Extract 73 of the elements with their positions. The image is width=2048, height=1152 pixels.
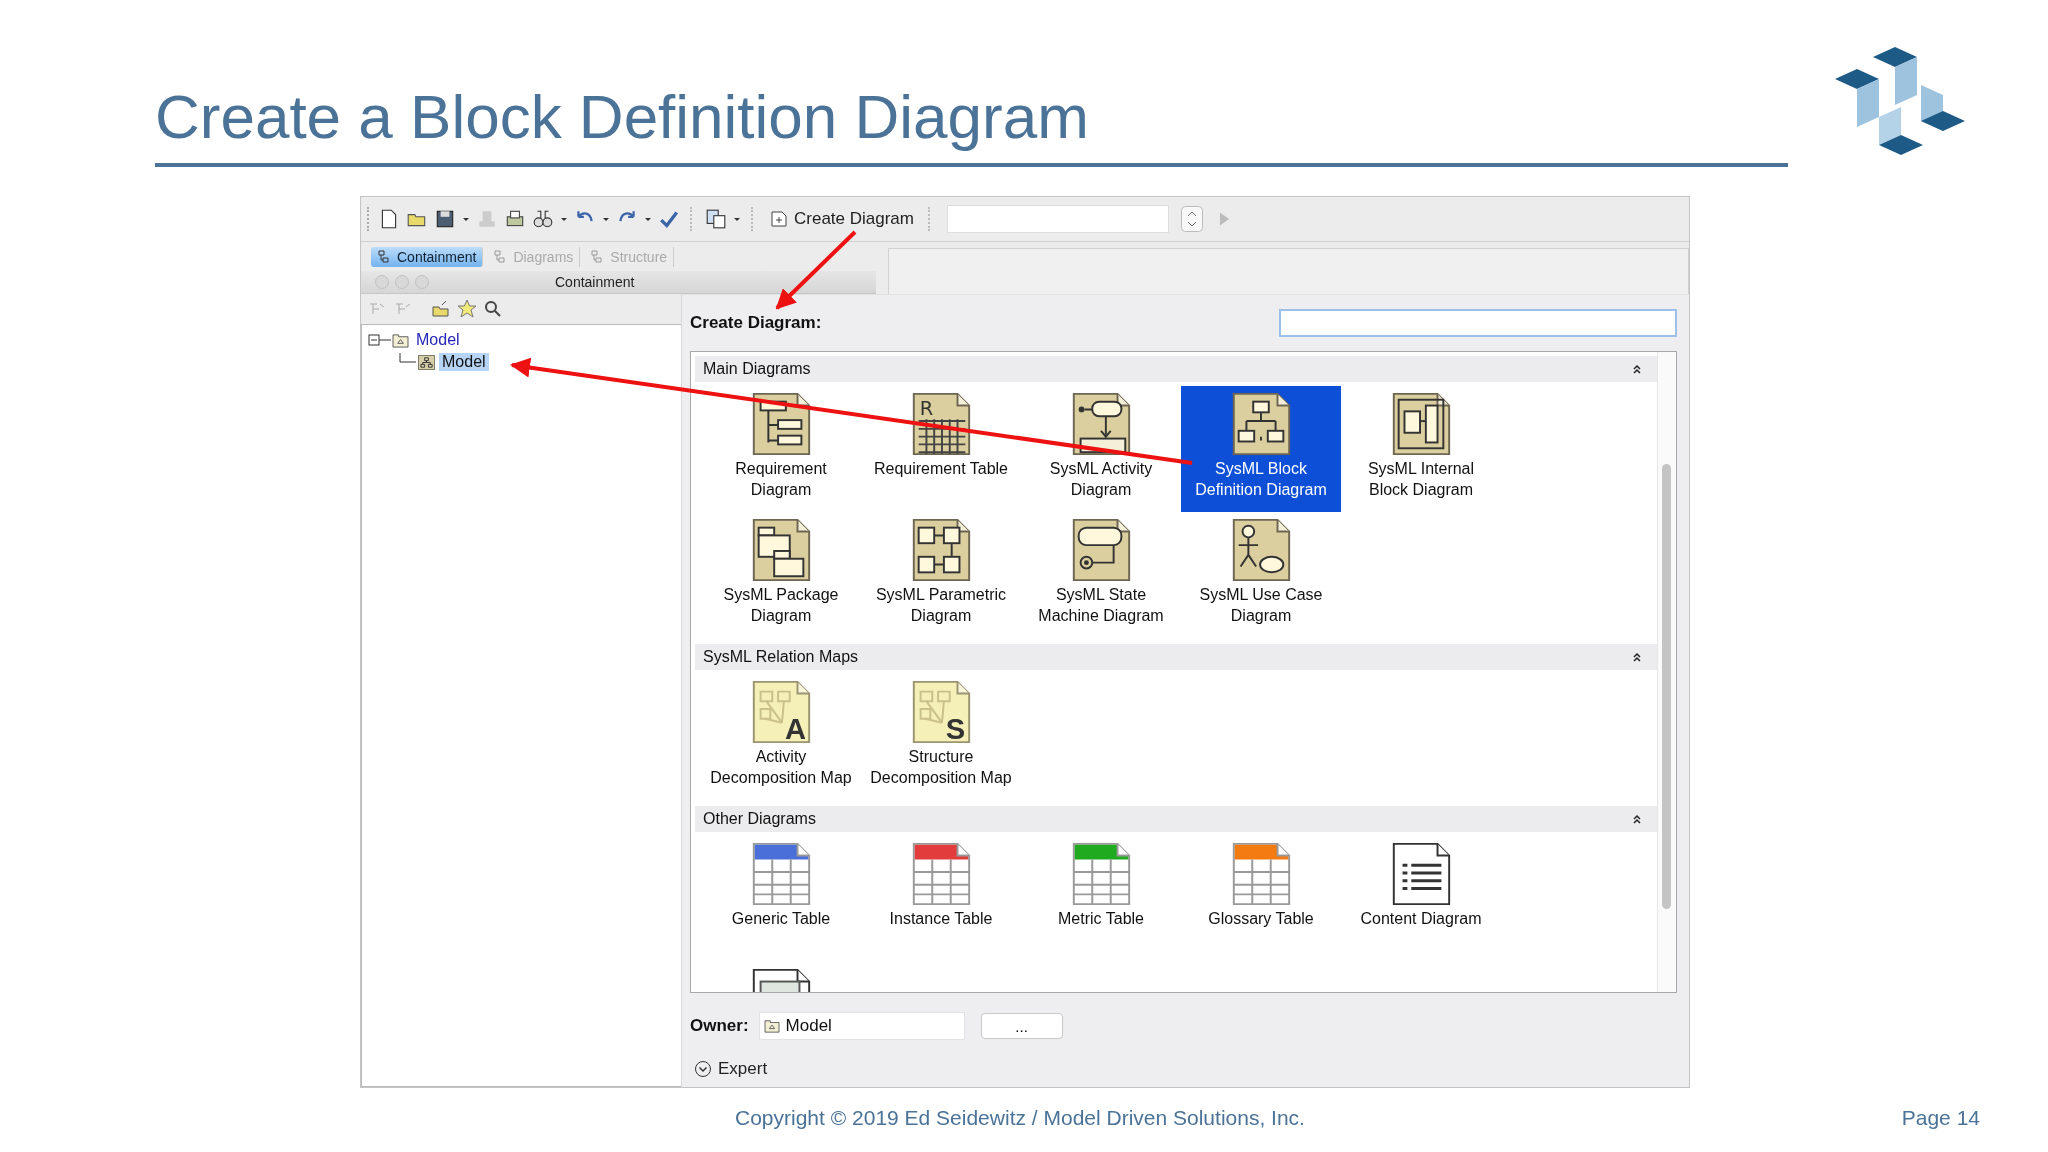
copy-icon[interactable] [705, 208, 727, 230]
save-icon[interactable] [434, 208, 456, 230]
owner-field[interactable]: Model [758, 1012, 965, 1040]
item-label: Requirement Table [873, 459, 1009, 479]
browser-tab[interactable]: Containment [371, 246, 484, 267]
diagram-type-item[interactable]: A Activity Decomposition Map [701, 674, 861, 800]
owner-label: Owner: [690, 1016, 749, 1036]
package-icon [392, 332, 409, 348]
caret-icon[interactable] [644, 215, 652, 223]
create-diagram-button[interactable]: Create Diagram [766, 207, 918, 231]
add-diagram-icon [770, 210, 788, 228]
diagram-type-item[interactable]: SysML Package Diagram [701, 512, 861, 638]
folder-icon[interactable] [431, 299, 451, 319]
tree-item[interactable]: Model [413, 331, 463, 349]
diagram-type-item[interactable]: SysML State Machine Diagram [1021, 512, 1181, 638]
diagram-type-item[interactable]: SysML Internal Block Diagram [1341, 386, 1501, 512]
item-label: Generic Table [730, 909, 832, 929]
diagram-type-item[interactable]: Requirement Diagram [701, 386, 861, 512]
item-label: Instance Table [888, 909, 994, 929]
item-label: SysML State Machine Diagram [1037, 585, 1165, 626]
section-title: SysML Relation Maps [703, 648, 859, 666]
binoculars-icon[interactable] [532, 208, 554, 230]
caret-icon[interactable] [560, 215, 568, 223]
browse-button[interactable]: ... [980, 1013, 1063, 1039]
diagram-type-item[interactable]: Metric Table [1021, 836, 1181, 962]
combo-field[interactable] [947, 205, 1169, 233]
diagram-type-item[interactable]: Generic Table [701, 836, 861, 962]
item-label: Glossary Table [1207, 909, 1315, 929]
section-header[interactable]: Other Diagrams [695, 806, 1657, 832]
item-label: SysML Use Case Diagram [1198, 585, 1324, 626]
diagram-type-item[interactable]: SysML Block Definition Diagram [1181, 386, 1341, 512]
package-icon [763, 1019, 780, 1033]
item-label: Structure Decomposition Map [869, 747, 1013, 788]
diagram-type-item[interactable]: Instance Table [861, 836, 1021, 962]
check-icon[interactable] [658, 208, 680, 230]
caret-icon[interactable] [733, 215, 741, 223]
diagram-type-item[interactable]: Content Diagram [1341, 836, 1501, 962]
diagram-type-item[interactable]: Glossary Table [1181, 836, 1341, 962]
expert-toggle[interactable]: Expert [690, 1059, 772, 1079]
item-label: SysML Parametric Diagram [874, 585, 1008, 626]
slide-title: Create a Block Definition Diagram [155, 81, 1090, 153]
diagram-type-item[interactable]: R Requirement Table [861, 386, 1021, 512]
expand-toggle-icon[interactable] [368, 332, 392, 348]
star-icon[interactable] [457, 299, 477, 319]
page-number: Page 14 [1901, 1106, 1980, 1130]
diagram-type-item[interactable]: S Structure Decomposition Map [861, 674, 1021, 800]
copyright-text: Copyright © 2019 Ed Seidewitz / Model Driven Solutions, Inc. [735, 1106, 1305, 1130]
item-label: Content Diagram [1359, 909, 1483, 929]
chevron-down-icon [694, 1060, 712, 1078]
search-icon[interactable] [483, 299, 503, 319]
spinner-icon[interactable] [1181, 206, 1203, 232]
item-label: SysML Activity Diagram [1048, 459, 1154, 500]
tree-item[interactable]: Model [439, 353, 489, 371]
item-label: Metric Table [1057, 909, 1145, 929]
section-title: Main Diagrams [703, 360, 811, 378]
scrollbar-thumb[interactable] [1662, 464, 1671, 909]
item-label: SysML Package Diagram [722, 585, 840, 626]
panel-title: Containment [555, 274, 635, 291]
item-label: Activity Decomposition Map [709, 747, 853, 788]
diagram-type-item[interactable]: SysML Activity Diagram [1021, 386, 1181, 512]
caret-icon[interactable] [602, 215, 610, 223]
section-title: Other Diagrams [703, 810, 816, 828]
section-header[interactable]: Main Diagrams [695, 356, 1657, 382]
search-field[interactable] [1279, 309, 1677, 337]
item-label: SysML Block Definition Diagram [1194, 459, 1328, 500]
item-label: SysML Internal Block Diagram [1366, 459, 1476, 500]
caret-icon[interactable] [462, 215, 470, 223]
diagram-icon [418, 354, 435, 370]
dialog-title: Create Diagram: [690, 313, 822, 333]
item-label: Requirement Diagram [734, 459, 828, 500]
diagram-type-item[interactable]: SysML Use Case Diagram [1181, 512, 1341, 638]
diagram-type-item[interactable]: SysML Parametric Diagram [861, 512, 1021, 638]
section-header[interactable]: SysML Relation Maps [695, 644, 1657, 670]
